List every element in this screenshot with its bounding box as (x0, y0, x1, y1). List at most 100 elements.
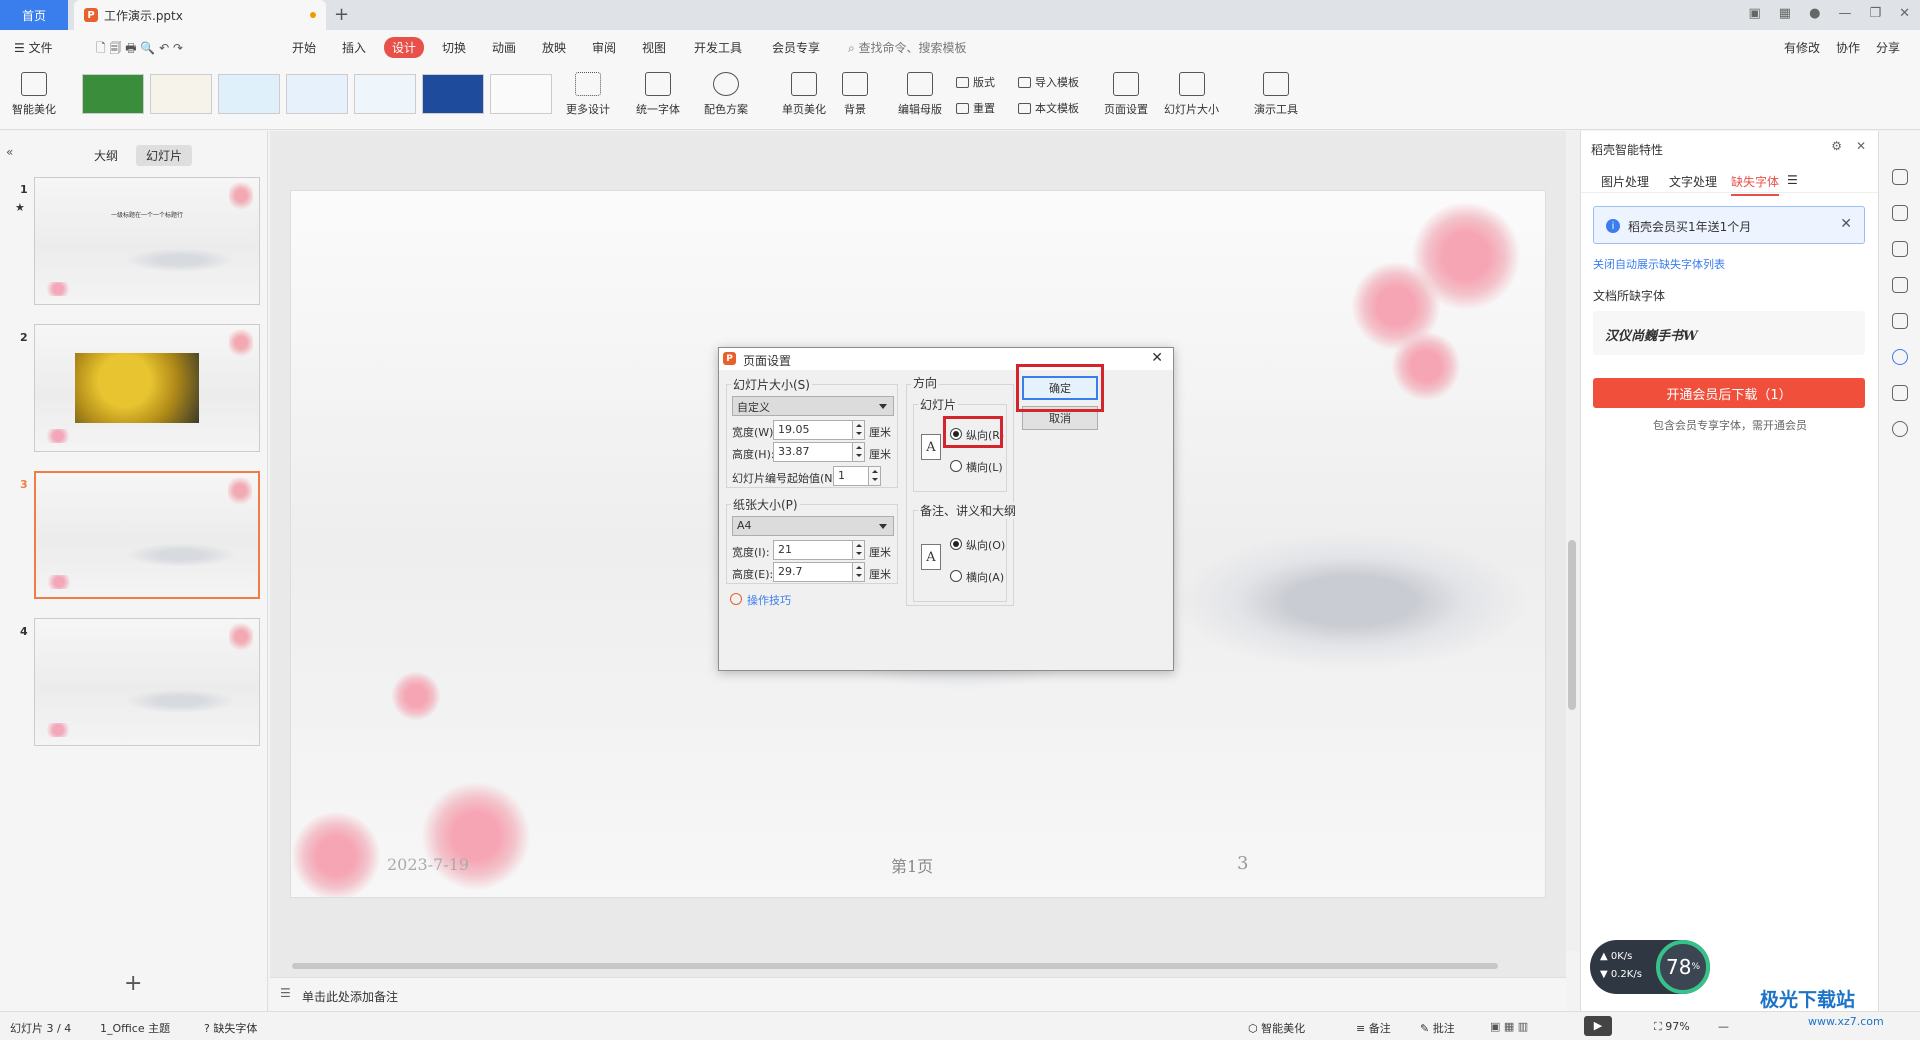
menu-home[interactable]: 开始 (292, 39, 316, 56)
tab-document[interactable]: P 工作演示.pptx (74, 0, 326, 30)
play-slideshow-button[interactable]: ▶ (1584, 1016, 1612, 1036)
tab-image-processing[interactable]: 图片处理 (1601, 173, 1649, 190)
vertical-scroll-thumb[interactable] (1568, 540, 1576, 710)
slide-date[interactable]: 2023-7-19 (387, 855, 469, 874)
quick-access-toolbar[interactable]: 🗋 🗐 🖶 🔍 ↶ ↷ (96, 39, 183, 60)
start-number-spinner[interactable] (868, 467, 880, 485)
tab-home[interactable]: 首页 (0, 0, 68, 30)
layout-button[interactable]: 版式 (956, 74, 995, 90)
menu-transition[interactable]: 切换 (442, 39, 466, 56)
avatar[interactable]: ● (1809, 6, 1820, 21)
reset-button[interactable]: 重置 (956, 100, 995, 116)
modified-button[interactable]: 有修改 (1784, 39, 1820, 56)
template-thumb-7[interactable] (490, 74, 552, 114)
horizontal-scroll-thumb[interactable] (292, 963, 1498, 969)
command-search[interactable]: ⌕ 查找命令、搜索模板 (848, 39, 967, 56)
height-input[interactable]: 33.87 (773, 442, 865, 462)
slide-thumbnail-4[interactable] (34, 618, 260, 746)
tab-slides[interactable]: 幻灯片 (136, 145, 193, 166)
zoom-level[interactable]: ⛶ 97% (1654, 1020, 1690, 1034)
slide-thumbnail-1[interactable]: 一级标题在一个一个标题行 (34, 177, 260, 305)
theme-name[interactable]: 1_Office 主题 (100, 1020, 170, 1036)
menu-slideshow[interactable]: 放映 (542, 39, 566, 56)
minimize-button[interactable]: — (1838, 6, 1851, 21)
menu-view[interactable]: 视图 (642, 39, 666, 56)
disable-auto-show-link[interactable]: 关闭自动展示缺失字体列表 (1593, 256, 1725, 272)
dialog-titlebar[interactable]: P 页面设置 ✕ (719, 348, 1173, 370)
image-icon[interactable] (1892, 313, 1908, 329)
single-page-beautify-button[interactable]: 单页美化 (782, 72, 826, 117)
template-thumb-2[interactable] (150, 74, 212, 114)
apps-grid-icon[interactable]: ▦ (1779, 6, 1791, 21)
smart-beautify-button[interactable]: 智能美化 (12, 72, 56, 117)
tab-outline[interactable]: 大纲 (84, 145, 128, 166)
import-template-button[interactable]: 导入模板 (1018, 74, 1079, 90)
menu-insert[interactable]: 插入 (342, 39, 366, 56)
copy-icon[interactable] (1892, 277, 1908, 293)
notes-portrait-radio[interactable] (950, 538, 962, 550)
paper-height-input[interactable]: 29.7 (773, 562, 865, 582)
paper-size-select[interactable]: A4 (732, 516, 894, 536)
notes-toggle[interactable]: ≡ 备注 (1356, 1020, 1391, 1036)
settings-icon[interactable]: ⚙ (1831, 139, 1842, 153)
comments-toggle[interactable]: ✎ 批注 (1420, 1020, 1455, 1036)
more-designs-button[interactable]: 更多设计 (566, 72, 610, 117)
smart-beautify-status[interactable]: ⬡ 智能美化 (1248, 1020, 1305, 1036)
close-panel-icon[interactable]: ✕ (1856, 139, 1866, 153)
slide-thumbnail-2[interactable] (34, 324, 260, 452)
collapse-panel-icon[interactable]: « (6, 145, 13, 159)
paper-width-input[interactable]: 21 (773, 540, 865, 560)
text-template-button[interactable]: 本文模板 (1018, 100, 1079, 116)
template-thumb-5[interactable] (354, 74, 416, 114)
pin-icon[interactable] (1892, 241, 1908, 257)
layout-icon[interactable]: ▣ (1749, 6, 1761, 21)
unify-font-button[interactable]: 统一字体 (636, 72, 680, 117)
close-banner-icon[interactable]: ✕ (1840, 216, 1852, 232)
slide-footer[interactable]: 第1页 (891, 853, 933, 877)
paper-width-spinner[interactable] (852, 541, 864, 559)
slide-size-select[interactable]: 自定义 (732, 396, 894, 416)
template-thumb-3[interactable] (218, 74, 280, 114)
notes-bar[interactable]: ☰ 单击此处添加备注 (270, 977, 1566, 1011)
view-mode-buttons[interactable]: ▣ ▦ ▥ (1490, 1020, 1528, 1033)
menu-devtools[interactable]: 开发工具 (694, 39, 742, 56)
new-tab-button[interactable]: + (334, 4, 349, 25)
menu-animation[interactable]: 动画 (492, 39, 516, 56)
template-thumb-4[interactable] (286, 74, 348, 114)
presentation-tools-button[interactable]: 演示工具 (1254, 72, 1298, 117)
paper-height-spinner[interactable] (852, 563, 864, 581)
collaborate-button[interactable]: 协作 (1836, 39, 1860, 56)
smart-icon[interactable] (1892, 349, 1908, 365)
edit-master-button[interactable]: 编辑母版 (898, 72, 942, 117)
start-number-input[interactable]: 1 (833, 466, 881, 486)
notes-landscape-radio[interactable] (950, 570, 962, 582)
sliders-icon[interactable] (1892, 205, 1908, 221)
menu-file[interactable]: ☰ 文件 (14, 39, 53, 56)
slides-landscape-radio[interactable] (950, 460, 962, 472)
network-speed-widget[interactable]: ▲ 0K/s ▼ 0.2K/s 78% (1590, 940, 1710, 994)
share-button[interactable]: 分享 (1876, 39, 1900, 56)
tab-text-processing[interactable]: 文字处理 (1669, 173, 1717, 190)
menu-review[interactable]: 审阅 (592, 39, 616, 56)
background-button[interactable]: 背景 (842, 72, 868, 117)
height-spinner[interactable] (852, 443, 864, 461)
width-spinner[interactable] (852, 421, 864, 439)
add-slide-button[interactable]: + (124, 971, 142, 996)
restore-button[interactable]: ❐ (1869, 6, 1881, 21)
template-thumb-6[interactable] (422, 74, 484, 114)
tips-link[interactable]: 操作技巧 (747, 592, 791, 608)
book-icon[interactable] (1892, 385, 1908, 401)
tab-missing-fonts[interactable]: 缺失字体 (1731, 173, 1780, 196)
color-scheme-button[interactable]: 配色方案 (704, 72, 748, 117)
width-input[interactable]: 19.05 (773, 420, 865, 440)
menu-member[interactable]: 会员专享 (772, 39, 820, 56)
close-window-button[interactable]: ✕ (1899, 6, 1910, 21)
zoom-out-button[interactable]: — (1718, 1020, 1729, 1033)
dialog-close-button[interactable]: ✕ (1151, 350, 1163, 366)
page-setup-button[interactable]: 页面设置 (1104, 72, 1148, 117)
slide-page-number[interactable]: 3 (1237, 853, 1248, 874)
slide-size-button[interactable]: 幻灯片大小 (1164, 72, 1219, 117)
missing-font-status[interactable]: ? 缺失字体 (204, 1020, 257, 1036)
menu-design[interactable]: 设计 (384, 37, 425, 58)
panel-title[interactable]: 稻壳智能特性 (1591, 141, 1663, 158)
